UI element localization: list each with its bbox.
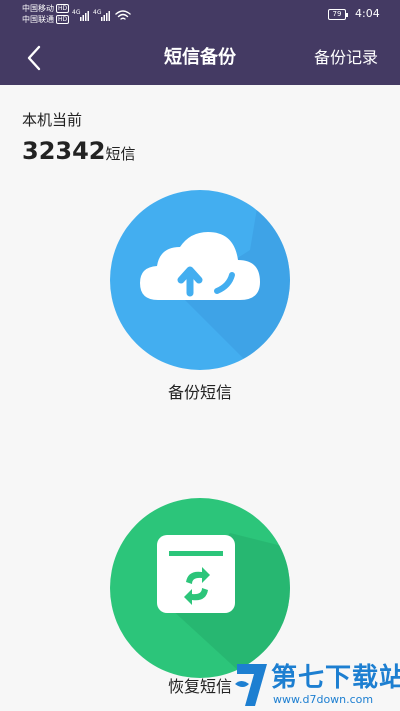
network-type-1: 4G [72, 9, 81, 16]
signal-icons: 4G 4G [72, 7, 132, 23]
d7-logo-icon [235, 664, 267, 706]
wifi-icon [115, 10, 131, 20]
hd-badge: HD [56, 4, 70, 13]
backup-sms-button[interactable] [110, 190, 290, 370]
count-label: 本机当前 [22, 111, 83, 129]
site-watermark: 第七下载站 www.d7down.com [233, 660, 400, 710]
sms-count-unit: 短信 [105, 145, 136, 163]
hd-badge: HD [56, 15, 70, 24]
backup-sms-label[interactable]: 备份短信 [0, 382, 400, 404]
carrier-1-name: 中国移动 [22, 4, 54, 13]
sms-count: 32342短信 [22, 136, 136, 169]
restore-sms-button[interactable] [110, 498, 290, 678]
backup-records-button[interactable]: 备份记录 [314, 47, 378, 69]
battery-icon: 79 [328, 9, 348, 20]
nav-bar: 短信备份 备份记录 [0, 30, 400, 85]
watermark-brand: 第七下载站 [271, 663, 400, 693]
watermark-url: www.d7down.com [273, 693, 374, 706]
sms-count-value: 32342 [22, 137, 106, 165]
signal-strength-icon [101, 11, 110, 21]
status-time: 4:04 [355, 7, 380, 20]
chevron-left-icon [27, 45, 41, 71]
status-bar: 中国移动 HD 中国联通 HD 4G 4G 79 4:04 [0, 0, 400, 30]
folder-sync-icon [157, 535, 235, 613]
carrier-1: 中国移动 HD [22, 4, 70, 14]
back-button[interactable] [22, 43, 50, 73]
network-type-2: 4G [93, 9, 102, 16]
carrier-2: 中国联通 HD [22, 15, 70, 25]
carrier-2-name: 中国联通 [22, 15, 54, 24]
cloud-upload-icon [140, 232, 260, 300]
signal-strength-icon [80, 11, 89, 21]
